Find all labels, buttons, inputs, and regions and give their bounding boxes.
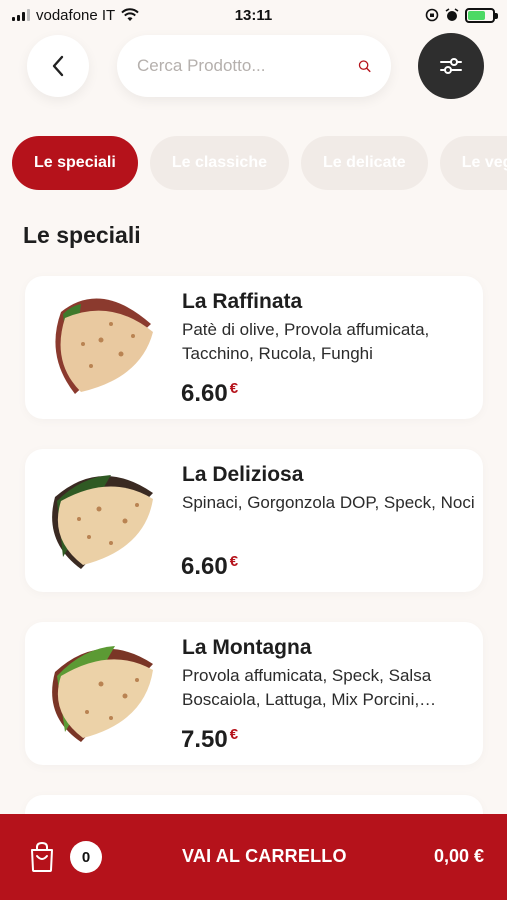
cart-total: 0,00 € xyxy=(433,846,484,866)
status-right xyxy=(425,7,498,23)
price-currency: € xyxy=(229,380,239,397)
orientation-lock-icon xyxy=(425,8,439,22)
cart-bar[interactable]: 0 VAI AL CARRELLO 0,00 € xyxy=(0,814,507,900)
search-input[interactable] xyxy=(137,56,358,76)
product-card[interactable]: La Deliziosa Spinaci, Gorgonzola DOP, Sp… xyxy=(25,449,483,592)
tab-le-classiche[interactable]: Le classiche xyxy=(149,136,289,190)
sliders-icon xyxy=(440,58,462,74)
price-value: 6.60 xyxy=(181,380,228,407)
product-price: 6.60 € xyxy=(181,380,238,408)
product-price: 6.60 € xyxy=(181,553,238,581)
go-to-cart-label[interactable]: VAI AL CARRELLO xyxy=(182,846,347,867)
product-card[interactable]: La Montagna Provola affumicata, Speck, S… xyxy=(25,622,483,765)
product-description: Provola affumicata, Speck, Salsa Boscaio… xyxy=(182,666,437,709)
product-description: Spinaci, Gorgonzola DOP, Speck, Noci xyxy=(182,493,475,512)
cart-count-badge: 0 xyxy=(70,841,102,873)
carrier-name: vodafone IT xyxy=(36,6,116,24)
product-price: 7.50 € xyxy=(181,726,238,754)
status-left: vodafone IT xyxy=(12,7,139,24)
piadina-image xyxy=(52,475,153,569)
battery-icon xyxy=(465,7,498,23)
price-currency: € xyxy=(229,726,239,743)
chevron-left-icon xyxy=(52,55,64,77)
section-title: Le speciali xyxy=(23,222,141,248)
category-tabs: Le speciali Le classiche Le delicate Le … xyxy=(12,136,507,190)
alarm-icon xyxy=(445,8,459,21)
price-value: 6.60 xyxy=(181,553,228,580)
status-bar: vodafone IT 13:11 xyxy=(0,0,507,30)
back-button[interactable] xyxy=(27,35,89,97)
product-description: Patè di olive, Provola affumicata, Tacch… xyxy=(182,320,430,363)
product-name: La Raffinata xyxy=(182,290,303,313)
wifi-icon xyxy=(121,8,139,21)
price-currency: € xyxy=(229,553,239,570)
signal-icon xyxy=(12,9,30,21)
tab-le-veg[interactable]: Le veg xyxy=(439,136,507,190)
filter-button[interactable] xyxy=(418,33,484,99)
battery-level xyxy=(468,10,485,20)
piadina-image xyxy=(55,298,153,394)
tab-le-speciali[interactable]: Le speciali xyxy=(12,136,138,190)
product-card[interactable]: La Raffinata Patè di olive, Provola affu… xyxy=(25,276,483,419)
search-box[interactable] xyxy=(117,35,391,97)
shopping-bag-icon xyxy=(31,841,53,872)
product-name: La Montagna xyxy=(182,636,312,659)
tab-le-delicate[interactable]: Le delicate xyxy=(301,136,428,190)
product-name: La Deliziosa xyxy=(182,463,304,486)
search-icon[interactable] xyxy=(358,55,371,77)
piadina-image xyxy=(52,646,153,742)
price-value: 7.50 xyxy=(181,726,228,753)
